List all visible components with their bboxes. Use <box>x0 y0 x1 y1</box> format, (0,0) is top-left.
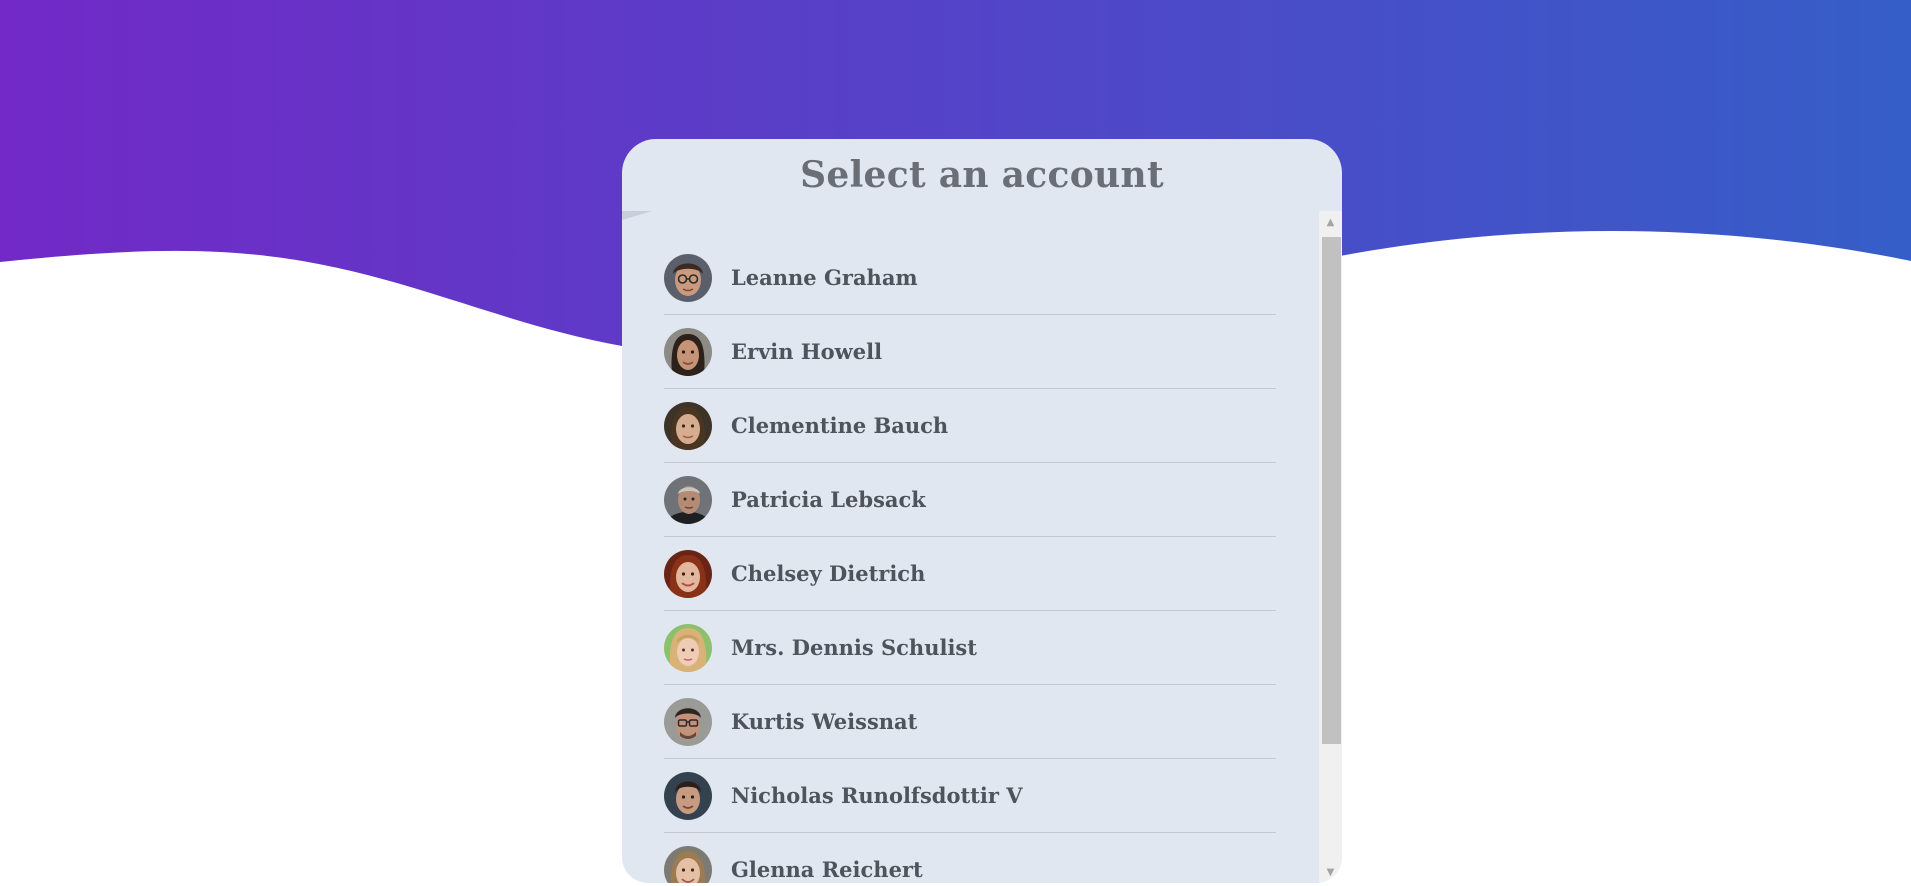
account-name: Ervin Howell <box>731 339 883 364</box>
avatar <box>664 475 712 524</box>
card-header: Select an account <box>622 139 1342 211</box>
avatar <box>664 623 712 672</box>
account-item[interactable]: Nicholas Runolfsdottir V <box>664 759 1276 833</box>
account-name: Patricia Lebsack <box>731 487 926 512</box>
account-list: Leanne Graham Ervin Howell Clementine Ba… <box>622 211 1319 883</box>
account-name: Mrs. Dennis Schulist <box>731 635 977 660</box>
avatar <box>664 549 712 598</box>
account-name: Nicholas Runolfsdottir V <box>731 783 1023 808</box>
account-picker-card: Select an account Leanne Graham Ervin Ho… <box>622 139 1342 883</box>
account-item[interactable]: Mrs. Dennis Schulist <box>664 611 1276 685</box>
account-item[interactable]: Kurtis Weissnat <box>664 685 1276 759</box>
account-name: Kurtis Weissnat <box>731 709 918 734</box>
triangle-down-icon[interactable]: ▼ <box>1319 861 1342 883</box>
avatar <box>664 845 712 883</box>
avatar <box>664 401 712 450</box>
account-name: Chelsey Dietrich <box>731 561 926 586</box>
account-name: Leanne Graham <box>731 265 918 290</box>
avatar <box>664 771 712 820</box>
triangle-up-icon[interactable]: ▲ <box>1319 211 1342 233</box>
account-item[interactable]: Patricia Lebsack <box>664 463 1276 537</box>
avatar <box>664 697 712 746</box>
account-name: Glenna Reichert <box>731 857 923 882</box>
avatar <box>664 253 712 302</box>
account-item[interactable]: Leanne Graham <box>664 241 1276 315</box>
account-item[interactable]: Clementine Bauch <box>664 389 1276 463</box>
page-title: Select an account <box>800 154 1164 196</box>
vertical-scrollbar[interactable]: ▲ ▼ <box>1319 211 1342 883</box>
account-item[interactable]: Chelsey Dietrich <box>664 537 1276 611</box>
account-item[interactable]: Glenna Reichert <box>664 833 1276 883</box>
scrollbar-thumb[interactable] <box>1322 237 1341 744</box>
account-item[interactable]: Ervin Howell <box>664 315 1276 389</box>
avatar <box>664 327 712 376</box>
account-name: Clementine Bauch <box>731 413 949 438</box>
